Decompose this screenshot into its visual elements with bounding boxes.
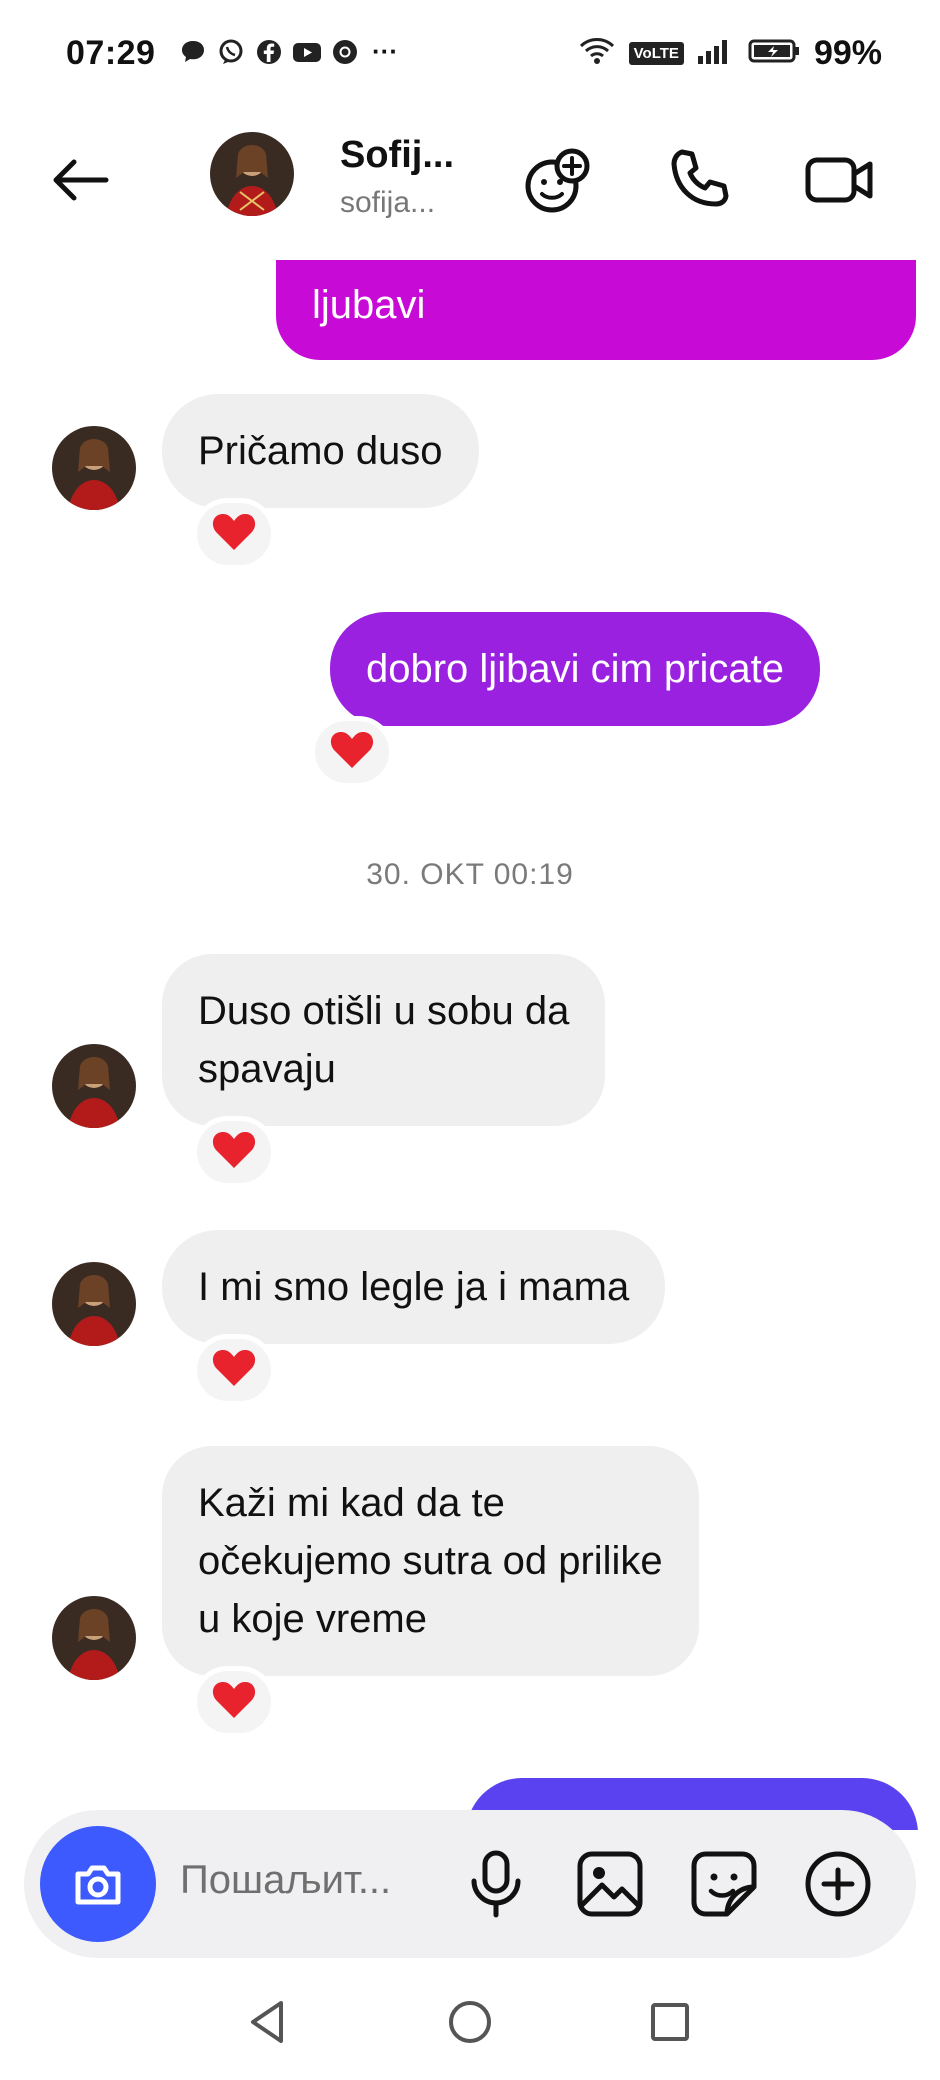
camera-icon [75, 1865, 121, 1905]
message-bubble-incoming[interactable]: Kaži mi kad da te očekujemo sutra od pri… [162, 1446, 699, 1676]
chat-bubble-icon [178, 37, 208, 67]
red-heart-icon [211, 1130, 257, 1175]
red-heart-icon [329, 730, 375, 775]
message-text-line: očekujemo sutra od prilike [198, 1539, 663, 1583]
back-arrow-icon [53, 159, 109, 201]
sender-avatar[interactable] [52, 1044, 136, 1128]
contact-username[interactable]: sofija... [340, 186, 435, 220]
message-bubble-outgoing[interactable]: ljubavi [276, 260, 916, 360]
voice-message-button[interactable] [458, 1846, 534, 1922]
sticker-button[interactable] [686, 1846, 762, 1922]
heart-reaction[interactable] [192, 1334, 276, 1406]
circle-home-icon [449, 2001, 491, 2043]
sender-avatar[interactable] [52, 1262, 136, 1346]
message-list[interactable]: ljubavi Pričamo duso dobro ljibavi cim p… [0, 260, 940, 1830]
battery-icon [748, 36, 802, 71]
message-bubble-incoming[interactable]: Duso otišli u sobu da spavaju [162, 954, 606, 1126]
back-button[interactable] [44, 144, 116, 216]
message-input[interactable]: Пошаљит... [180, 1858, 391, 1903]
plus-circle-icon [805, 1851, 871, 1917]
red-heart-icon [211, 1348, 257, 1393]
message-text-line: Kaži mi kad da te [198, 1481, 505, 1525]
youtube-icon [292, 37, 322, 67]
message-text-line: Duso otišli u sobu da [198, 989, 570, 1033]
heart-reaction[interactable] [310, 716, 394, 788]
camera-button[interactable] [40, 1826, 156, 1942]
nav-recents-button[interactable] [630, 1982, 710, 2062]
more-notifications: ··· [372, 36, 398, 66]
contact-avatar[interactable] [210, 132, 294, 216]
chrome-icon [330, 37, 360, 67]
message-text: Pričamo duso [198, 429, 443, 473]
heart-reaction[interactable] [192, 1116, 276, 1188]
viber-icon [216, 37, 246, 67]
red-heart-icon [211, 512, 257, 557]
message-composer: Пошаљит... [24, 1810, 916, 1958]
notification-icons: ··· [178, 36, 398, 67]
add-effect-button[interactable] [518, 140, 598, 220]
signal-icon [696, 36, 736, 71]
battery-percent: 99% [813, 34, 882, 72]
chat-header: Sofij... sofija... [0, 110, 940, 260]
triangle-back-icon [251, 2001, 283, 2043]
sender-avatar[interactable] [52, 1596, 136, 1680]
message-text: I mi smo legle ja i mama [198, 1265, 630, 1309]
message-text-line: spavaju [198, 1047, 336, 1091]
system-indicators: VoLTE 99% [577, 34, 882, 73]
video-call-button[interactable] [800, 140, 880, 220]
more-options-button[interactable] [800, 1846, 876, 1922]
nav-home-button[interactable] [430, 1982, 510, 2062]
video-camera-icon [805, 157, 873, 203]
message-bubble-incoming[interactable]: Pričamo duso [162, 394, 479, 508]
facebook-icon [254, 37, 284, 67]
image-icon [577, 1851, 643, 1917]
status-bar: 07:29 ··· VoLTE 99% [0, 0, 940, 110]
message-text-line: u koje vreme [198, 1597, 427, 1641]
phone-icon [671, 149, 729, 207]
message-text: dobro ljibavi cim pricate [366, 647, 784, 691]
message-bubble-outgoing[interactable]: dobro ljibavi cim pricate [330, 612, 820, 726]
heart-reaction[interactable] [192, 1666, 276, 1738]
system-nav-bar [0, 1960, 940, 2080]
status-time: 07:29 [66, 34, 156, 72]
voice-call-button[interactable] [660, 140, 740, 220]
message-timestamp: 30. OKT 00:19 [366, 858, 574, 891]
gallery-button[interactable] [572, 1846, 648, 1922]
contact-name[interactable]: Sofij... [340, 134, 454, 177]
smiley-plus-icon [525, 148, 590, 213]
heart-reaction[interactable] [192, 498, 276, 570]
volte-badge: VoLTE [628, 42, 684, 65]
square-recents-icon [651, 2003, 689, 2041]
red-heart-icon [211, 1680, 257, 1725]
sender-avatar[interactable] [52, 426, 136, 510]
wifi-icon [577, 36, 617, 71]
sticker-icon [691, 1851, 757, 1917]
nav-back-button[interactable] [228, 1982, 308, 2062]
microphone-icon [471, 1850, 521, 1918]
message-text: ljubavi [312, 283, 426, 327]
message-bubble-incoming[interactable]: I mi smo legle ja i mama [162, 1230, 666, 1344]
